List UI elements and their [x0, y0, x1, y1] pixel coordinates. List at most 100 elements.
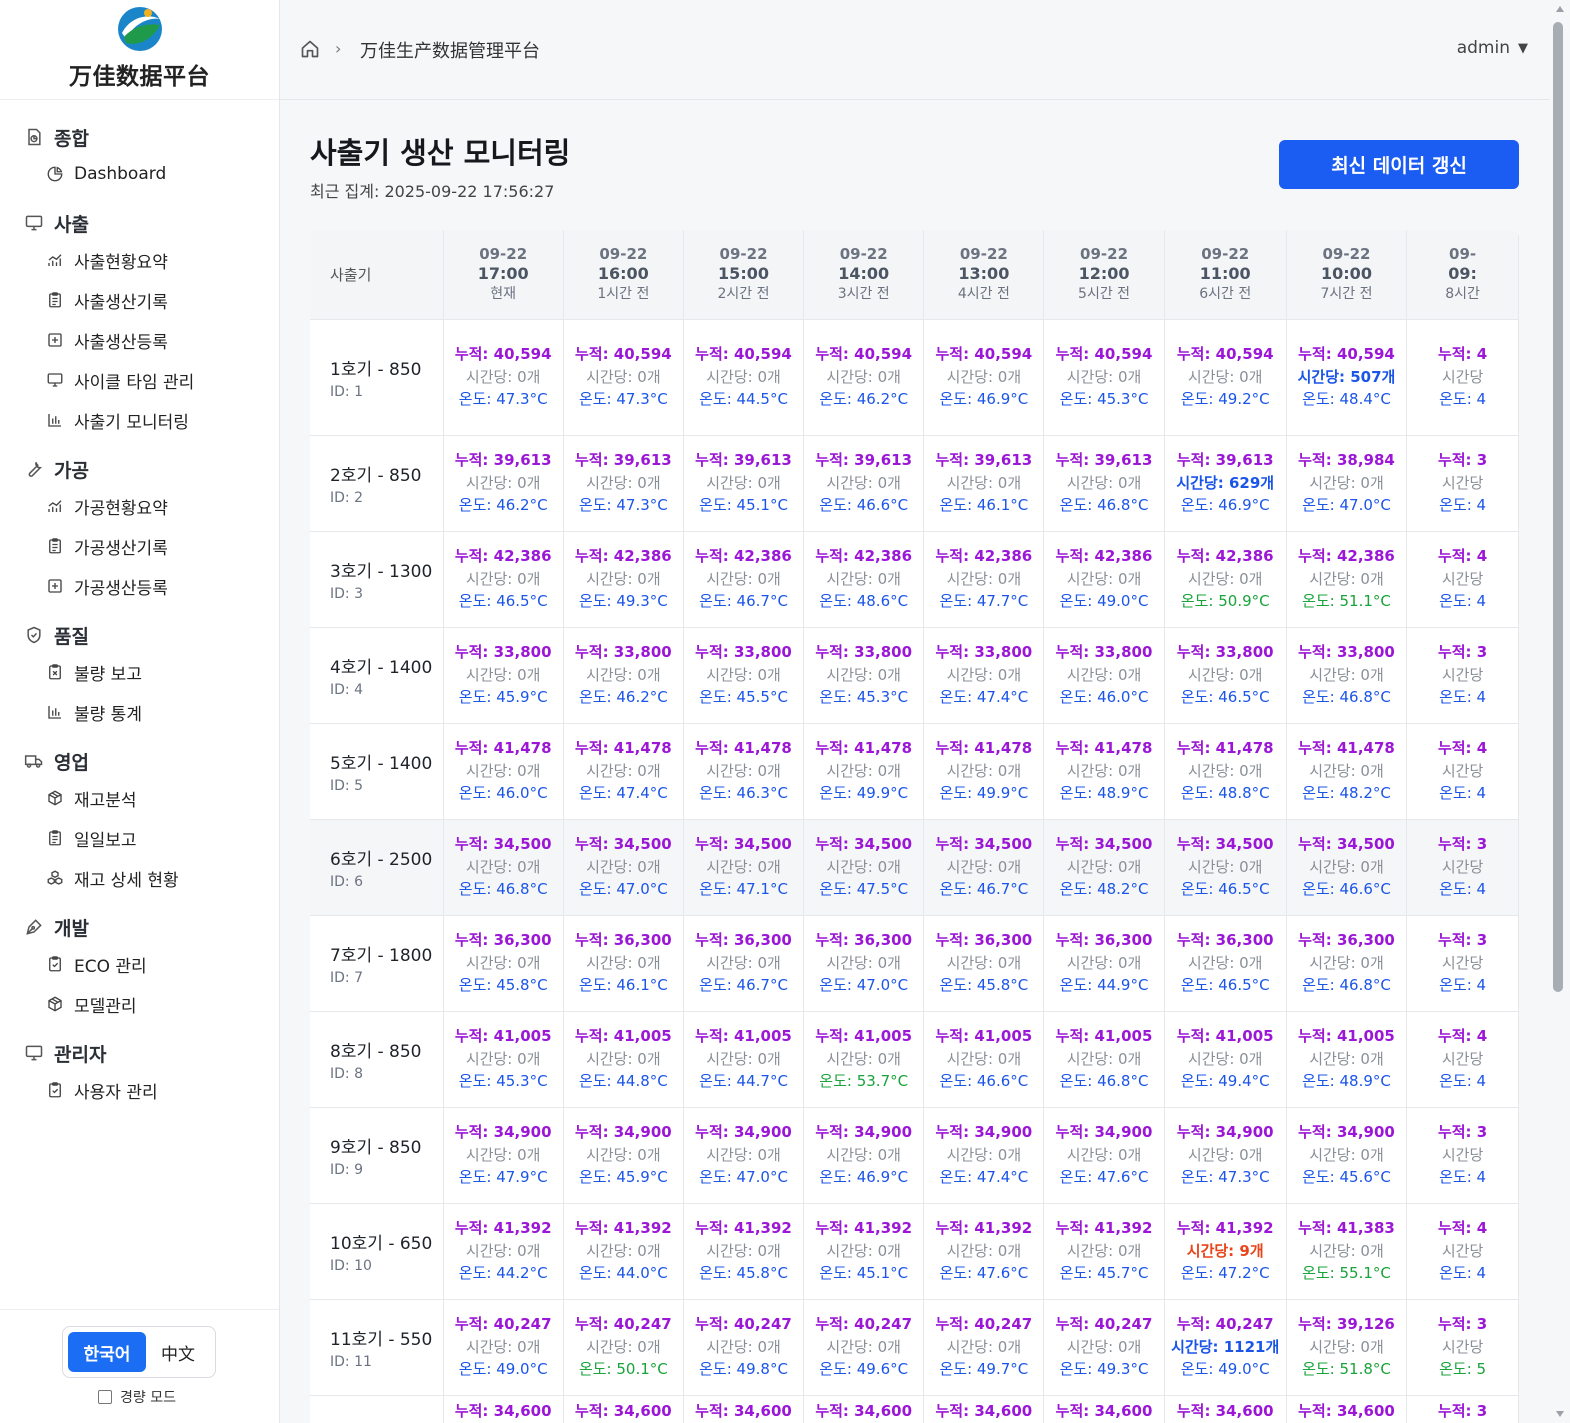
refresh-data-button[interactable]: 최신 데이터 갱신: [1279, 140, 1519, 189]
temperature-value: 온도: 44.5°C: [699, 390, 788, 409]
sidebar-item[interactable]: 가공생산등록: [0, 566, 279, 606]
page-scrollbar[interactable]: [1550, 0, 1570, 1423]
temperature-value: 온도: 49.8°C: [699, 1360, 788, 1379]
sidebar-footer: 한국어 中文 경량 모드: [0, 1309, 279, 1423]
sidebar-item[interactable]: 사출현황요약: [0, 240, 279, 280]
temperature-value: 온도: 46.1°C: [939, 496, 1029, 515]
data-cell: 누적: 3 시간당 온도: 4: [1406, 435, 1519, 532]
table-row[interactable]: 6호기 - 2500 ID: 6 누적: 34,500 시간당: 0개 온도: 46.8…: [310, 819, 1519, 916]
sidebar-item[interactable]: 일일보고: [0, 818, 279, 858]
temperature-value: 온도: 46.2°C: [578, 688, 668, 707]
sidebar-item[interactable]: 사용자 관리: [0, 1070, 279, 1110]
machine-cell: 7호기 - 1800 ID: 7: [310, 915, 444, 1012]
temperature-value: 온도: 46.6°C: [939, 1072, 1029, 1091]
table-row[interactable]: 3호기 - 1300 ID: 3 누적: 42,386 시간당: 0개 온도: 46.5…: [310, 531, 1519, 628]
hourly-value: 시간당: 0개: [946, 665, 1022, 684]
machine-id: ID: 8: [330, 1065, 363, 1082]
table-row[interactable]: 2호기 - 850 ID: 2 누적: 39,613 시간당: 0개 온도: 46.2°…: [310, 435, 1519, 532]
user-menu[interactable]: admin ▼: [1457, 38, 1528, 58]
sidebar-nav: 종합 Dashboard 사출 사출현황요약 사출생산기록 사출생산등록 사이클 타임 관리…: [0, 100, 279, 1110]
hourly-value: 시간당: 0개: [1309, 665, 1384, 684]
cumulative-value: 누적: 34,600: [815, 1401, 913, 1420]
sidebar-item[interactable]: 재고분석: [0, 778, 279, 818]
temperature-value: 온도: 44.7°C: [699, 1072, 788, 1091]
sidebar-item[interactable]: 사출생산등록: [0, 320, 279, 360]
time-column-header: 09-22 10:00 7시간 전: [1286, 230, 1408, 320]
sidebar-item[interactable]: Dashboard: [0, 154, 279, 194]
header-time: 15:00: [718, 264, 769, 284]
cumulative-value: 누적: 34,500: [1298, 835, 1395, 854]
hourly-value: 시간당: [1441, 857, 1484, 876]
sidebar-item[interactable]: 사이클 타임 관리: [0, 360, 279, 400]
cumulative-value: 누적: 34,900: [1055, 1123, 1153, 1142]
table-row[interactable]: 5호기 - 1400 ID: 5 누적: 41,478 시간당: 0개 온도: 46.0…: [310, 723, 1519, 820]
temperature-value: 온도: 47.3°C: [578, 496, 668, 515]
hourly-value: 시간당: [1441, 665, 1484, 684]
sidebar-item[interactable]: 모델관리: [0, 984, 279, 1024]
table-row[interactable]: 누적: 34,600 누적: 34,600 누적: 34,600 누적: 34,600…: [310, 1395, 1519, 1423]
data-cell: 누적: 41,005 시간당: 0개 온도: 46.8°C: [1043, 1011, 1165, 1108]
hourly-value: 시간당: 0개: [586, 569, 661, 588]
cumulative-value: 누적: 34,500: [695, 835, 792, 854]
shield-icon: [24, 625, 44, 645]
home-icon[interactable]: [300, 39, 320, 59]
data-cell: 누적: 34,600: [443, 1395, 564, 1423]
data-cell: 누적: 41,392 시간당: 0개 온도: 45.1°C: [803, 1203, 925, 1300]
hourly-value: 시간당: 0개: [706, 473, 781, 492]
pen-tool-icon: [24, 917, 44, 937]
machine-cell: 6호기 - 2500 ID: 6: [310, 819, 444, 916]
language-chinese-button[interactable]: 中文: [146, 1332, 210, 1372]
hourly-value: 시간당: 0개: [826, 1241, 901, 1260]
temperature-value: 온도: 46.9°C: [939, 390, 1029, 409]
data-cell: 누적: 40,594 시간당: 0개 온도: 47.3°C: [563, 319, 684, 436]
header-date: 09-: [1449, 245, 1477, 264]
sidebar-item[interactable]: 불량 통계: [0, 692, 279, 732]
sidebar-item[interactable]: 불량 보고: [0, 652, 279, 692]
temperature-value: 온도: 46.0°C: [1059, 688, 1149, 707]
machine-cell: 3호기 - 1300 ID: 3: [310, 531, 444, 628]
language-korean-button[interactable]: 한국어: [68, 1332, 146, 1372]
header-date: 09-22: [1322, 245, 1371, 264]
hourly-value: 시간당: [1441, 1241, 1484, 1260]
sidebar-item-label: 사출생산기록: [74, 292, 168, 313]
scroll-up-icon[interactable]: [1556, 6, 1564, 12]
monitor-table-container[interactable]: 사출기 09-22 17:00 현재 09-22 16:00 1시간 전 09-22 15:0…: [310, 230, 1519, 1423]
data-cell: 누적: 39,613 시간당: 0개 온도: 47.3°C: [563, 435, 684, 532]
machine-name: 9호기 - 850: [330, 1137, 422, 1158]
cumulative-value: 누적: 39,613: [1055, 451, 1153, 470]
wrench-icon: [24, 459, 44, 479]
header-ago: 8시간: [1445, 286, 1480, 303]
temperature-value: 온도: 49.0°C: [1059, 592, 1149, 611]
sidebar-item[interactable]: 사출생산기록: [0, 280, 279, 320]
sidebar-item[interactable]: 재고 상세 현황: [0, 858, 279, 898]
data-cell: 누적: 40,594 시간당: 0개 온도: 45.3°C: [1043, 319, 1165, 436]
table-row[interactable]: 10호기 - 650 ID: 10 누적: 41,392 시간당: 0개 온도: 44.…: [310, 1203, 1519, 1300]
sidebar-item[interactable]: ECO 관리: [0, 944, 279, 984]
table-row[interactable]: 7호기 - 1800 ID: 7 누적: 36,300 시간당: 0개 온도: 45.8…: [310, 915, 1519, 1012]
light-mode-toggle[interactable]: 경량 모드: [98, 1387, 176, 1407]
hourly-value: 시간당: 0개: [1187, 1145, 1263, 1164]
sidebar-item[interactable]: 가공현황요약: [0, 486, 279, 526]
scroll-thumb[interactable]: [1553, 22, 1563, 992]
hourly-value: 시간당: 0개: [1309, 1145, 1384, 1164]
sidebar-item[interactable]: 사출기 모니터링: [0, 400, 279, 440]
temperature-value: 온도: 45.3°C: [1059, 390, 1149, 409]
light-mode-checkbox[interactable]: [98, 1390, 112, 1404]
data-cell: 누적: 41,478 시간당: 0개 온도: 47.4°C: [563, 723, 684, 820]
logo[interactable]: 万佳数据平台: [0, 0, 279, 100]
hourly-value: 시간당: 0개: [1066, 953, 1142, 972]
sidebar-item[interactable]: 가공생산기록: [0, 526, 279, 566]
table-row[interactable]: 11호기 - 550 ID: 11 누적: 40,247 시간당: 0개 온도: 49.…: [310, 1299, 1519, 1396]
table-row[interactable]: 8호기 - 850 ID: 8 누적: 41,005 시간당: 0개 온도: 45.3°…: [310, 1011, 1519, 1108]
cumulative-value: 누적: 41,005: [695, 1027, 792, 1046]
table-row[interactable]: 9호기 - 850 ID: 9 누적: 34,900 시간당: 0개 온도: 47.9°…: [310, 1107, 1519, 1204]
cumulative-value: 누적: 41,005: [574, 1027, 672, 1046]
table-row[interactable]: 4호기 - 1400 ID: 4 누적: 33,800 시간당: 0개 온도: 45.9…: [310, 627, 1519, 724]
data-cell: 누적: 3 시간당 온도: 4: [1406, 627, 1519, 724]
nav-group-label: 종합: [54, 127, 89, 150]
breadcrumb[interactable]: 万佳生产数据管理平台: [360, 37, 540, 63]
data-cell: 누적: 34,600: [1164, 1395, 1287, 1423]
scroll-down-icon[interactable]: [1556, 1411, 1564, 1417]
temperature-value: 온도: 46.8°C: [1059, 1072, 1149, 1091]
table-row[interactable]: 1호기 - 850 ID: 1 누적: 40,594 시간당: 0개 온도: 47.3°…: [310, 319, 1519, 436]
